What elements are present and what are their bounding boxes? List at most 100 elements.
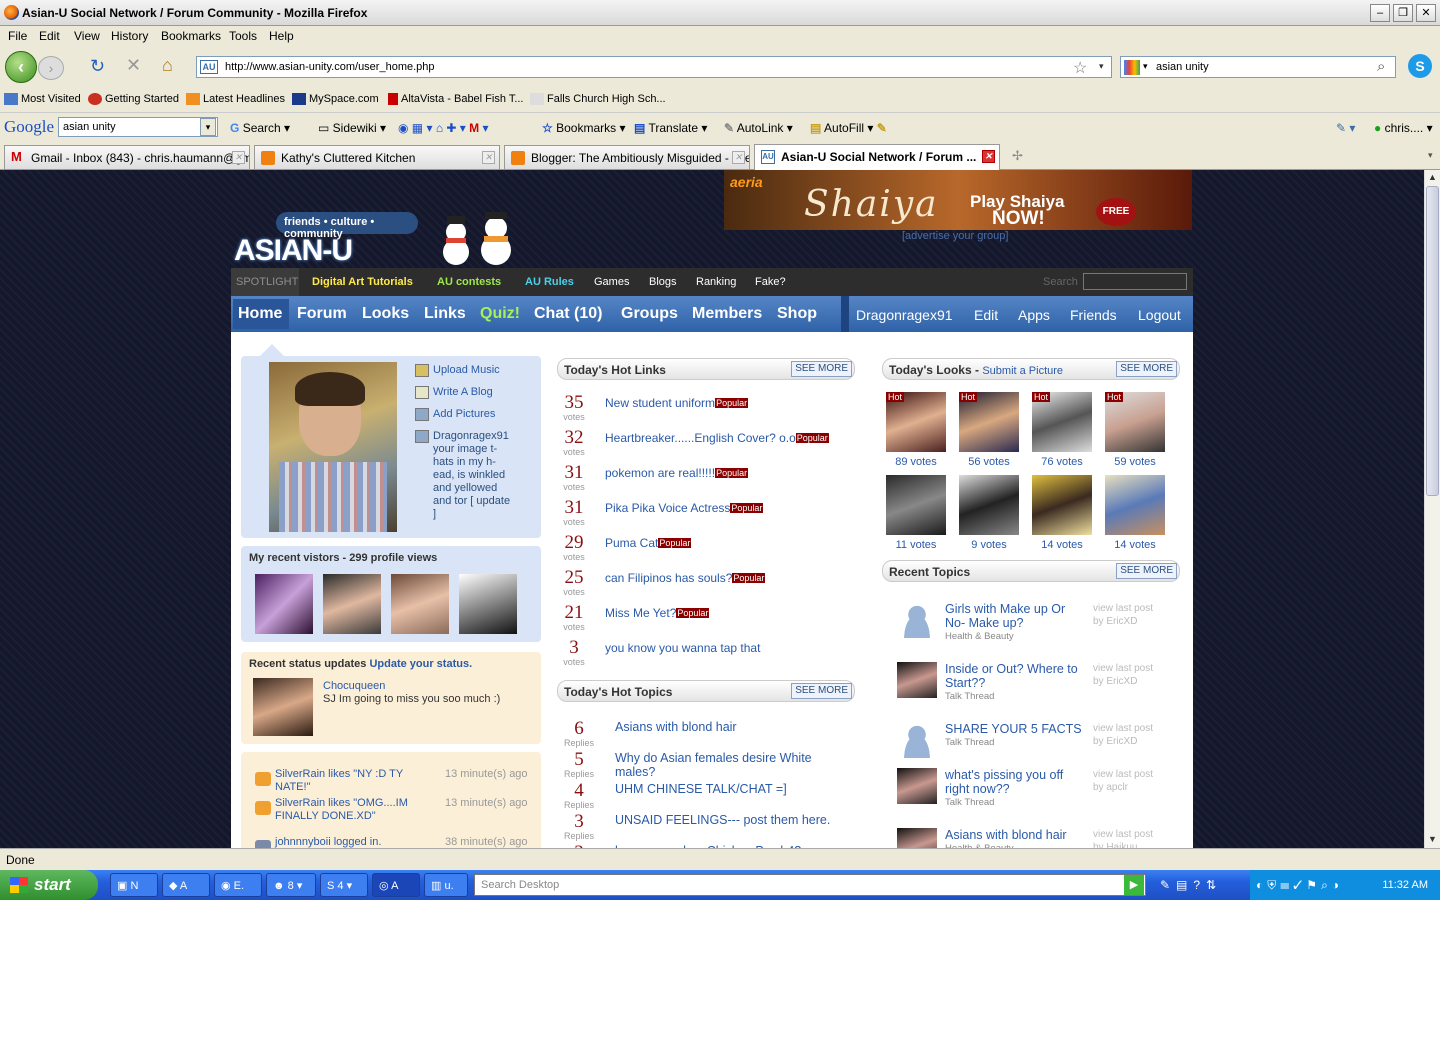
hot-link-title[interactable]: New student uniformPopular bbox=[605, 396, 749, 410]
look-votes[interactable]: 89 votes bbox=[881, 456, 951, 468]
hot-topic-title[interactable]: Asians with blond hair bbox=[615, 720, 855, 734]
site-logo[interactable]: friends • culture • community ASIAN-U bbox=[232, 200, 538, 268]
hot-topic-title[interactable]: UNSAID FEELINGS--- post them here. bbox=[615, 813, 855, 827]
taskbar-firefox[interactable]: ◎ A bbox=[372, 873, 420, 897]
quick-tray-icons[interactable]: ✎▤?⇅ bbox=[1160, 878, 1222, 892]
sidewiki-button[interactable]: ▭ Sidewiki ▾ bbox=[318, 121, 386, 135]
visitor-avatar[interactable] bbox=[323, 574, 381, 634]
nav-friends[interactable]: Friends bbox=[1070, 307, 1117, 323]
recent-topics-see-more[interactable]: SEE MORE bbox=[1116, 563, 1177, 579]
url-bar[interactable]: AU http://www.asian-unity.com/user_home.… bbox=[196, 56, 1112, 78]
profile-photo[interactable] bbox=[269, 362, 397, 532]
spotlight-games[interactable]: Games bbox=[594, 276, 629, 288]
look-photo[interactable]: Hot bbox=[886, 392, 946, 452]
url-dropdown-icon[interactable]: ▾ bbox=[1099, 61, 1104, 72]
recent-topic-title[interactable]: Asians with blond hair bbox=[945, 828, 1087, 842]
taskbar-aim[interactable]: ◆ A bbox=[162, 873, 210, 897]
skype-icon[interactable]: S bbox=[1408, 54, 1432, 78]
url-text[interactable]: http://www.asian-unity.com/user_home.php bbox=[225, 61, 435, 73]
nav-groups[interactable]: Groups bbox=[621, 305, 678, 323]
hot-topics-see-more[interactable]: SEE MORE bbox=[791, 683, 852, 699]
topic-avatar[interactable] bbox=[897, 662, 937, 698]
bookmark-latest-headlines[interactable]: Latest Headlines bbox=[186, 93, 285, 106]
page-scrollbar[interactable]: ▲ ▼ bbox=[1424, 170, 1440, 848]
search-input[interactable]: asian unity bbox=[1156, 61, 1209, 73]
google-search-engine-icon[interactable] bbox=[1124, 60, 1140, 75]
look-votes[interactable]: 14 votes bbox=[1027, 539, 1097, 551]
look-photo[interactable] bbox=[1105, 475, 1165, 535]
tab-kathy[interactable]: Kathy's Cluttered Kitchen ✕ bbox=[254, 145, 500, 169]
shaiya-ad-banner[interactable]: aeria Shaiya Play Shaiya NOW! FREE bbox=[724, 170, 1192, 230]
last-post-link[interactable]: view last post by EricXD bbox=[1093, 722, 1173, 748]
wrench-icon[interactable]: ✎ ▾ bbox=[1336, 121, 1355, 135]
visitor-avatar[interactable] bbox=[255, 574, 313, 634]
tab-close-icon[interactable]: ✕ bbox=[732, 151, 745, 164]
nav-shop[interactable]: Shop bbox=[777, 305, 817, 323]
scroll-up-icon[interactable]: ▲ bbox=[1428, 172, 1437, 182]
nav-members[interactable]: Members bbox=[692, 305, 762, 323]
new-tab-icon[interactable]: ✢ bbox=[1012, 148, 1023, 164]
upload-music-link[interactable]: Upload Music bbox=[415, 364, 513, 377]
topic-avatar[interactable] bbox=[897, 828, 937, 848]
taskbar-button[interactable]: ▣ N bbox=[110, 873, 158, 897]
search-bar[interactable]: ▾ asian unity ⌕ bbox=[1120, 56, 1396, 78]
look-votes[interactable]: 59 votes bbox=[1100, 456, 1170, 468]
hot-link-title[interactable]: Puma CatPopular bbox=[605, 536, 692, 550]
spotlight-digital-art[interactable]: Digital Art Tutorials bbox=[312, 276, 413, 288]
add-pictures-link[interactable]: Add Pictures bbox=[415, 408, 513, 421]
go-arrow-icon[interactable]: ▶ bbox=[1124, 875, 1144, 895]
autolink-button[interactable]: ✎ AutoLink ▾ bbox=[724, 121, 793, 135]
taskbar-button[interactable]: ◉ E. bbox=[214, 873, 262, 897]
spotlight-blogs[interactable]: Blogs bbox=[649, 276, 677, 288]
visitor-avatar[interactable] bbox=[391, 574, 449, 634]
look-votes[interactable]: 76 votes bbox=[1027, 456, 1097, 468]
visitor-avatar[interactable] bbox=[459, 574, 517, 634]
last-post-link[interactable]: view last post by Haikuu bbox=[1093, 828, 1173, 848]
stop-icon[interactable]: ✕ bbox=[126, 55, 141, 76]
hot-link-title[interactable]: Miss Me Yet?Popular bbox=[605, 606, 710, 620]
spotlight-fake[interactable]: Fake? bbox=[755, 276, 786, 288]
hot-link-title[interactable]: can Filipinos has souls?Popular bbox=[605, 571, 766, 585]
back-button[interactable]: ‹ bbox=[5, 51, 37, 83]
nav-apps[interactable]: Apps bbox=[1018, 307, 1050, 323]
hot-link-title[interactable]: Pika Pika Voice ActressPopular bbox=[605, 501, 764, 515]
scroll-thumb[interactable] bbox=[1426, 186, 1439, 496]
tab-close-icon[interactable]: ✕ bbox=[482, 151, 495, 164]
menu-bookmarks[interactable]: Bookmarks bbox=[161, 29, 221, 43]
reload-icon[interactable]: ↻ bbox=[90, 56, 105, 77]
recent-topic-title[interactable]: Girls with Make up Or No- Make up? bbox=[945, 602, 1087, 630]
write-blog-link[interactable]: Write A Blog bbox=[415, 386, 513, 399]
site-search-input[interactable] bbox=[1083, 273, 1187, 290]
scroll-down-icon[interactable]: ▼ bbox=[1428, 834, 1437, 844]
advertise-link[interactable]: [advertise your group] bbox=[902, 230, 1008, 242]
google-search-button[interactable]: G Search ▾ bbox=[230, 121, 290, 135]
tab-blogger[interactable]: Blogger: The Ambitiously Misguided - Cre… bbox=[504, 145, 750, 169]
spotlight-au-rules[interactable]: AU Rules bbox=[525, 276, 574, 288]
hot-topic-title[interactable]: Why do Asian females desire White males? bbox=[615, 751, 855, 779]
nav-profile[interactable]: Dragonragex91 bbox=[856, 307, 953, 323]
last-post-link[interactable]: view last post by apclr bbox=[1093, 768, 1173, 794]
look-votes[interactable]: 9 votes bbox=[954, 539, 1024, 551]
tab-close-icon[interactable]: ✕ bbox=[232, 151, 245, 164]
maximize-button[interactable]: ❐ bbox=[1393, 4, 1413, 22]
menu-view[interactable]: View bbox=[74, 29, 100, 43]
tray-icons[interactable]: ◐⛨☰✓⚑⌕◑ bbox=[1256, 878, 1343, 893]
bookmark-altavista[interactable]: AltaVista - Babel Fish T... bbox=[388, 93, 523, 106]
bookmark-most-visited[interactable]: Most Visited bbox=[4, 93, 81, 106]
desktop-search-input[interactable]: Search Desktop bbox=[474, 874, 1146, 896]
account-button[interactable]: ● chris.... ▾ bbox=[1374, 121, 1433, 135]
hot-link-title[interactable]: Heartbreaker......English Cover? o.oPopu… bbox=[605, 431, 829, 445]
status-user-avatar[interactable] bbox=[253, 678, 313, 736]
menu-tools[interactable]: Tools bbox=[229, 29, 257, 43]
nav-quiz[interactable]: Quiz! bbox=[480, 305, 520, 323]
default-avatar-icon[interactable] bbox=[897, 602, 937, 638]
hot-link-title[interactable]: pokemon are real!!!!!Popular bbox=[605, 466, 749, 480]
look-photo[interactable] bbox=[1032, 475, 1092, 535]
hot-topic-title[interactable]: UHM CHINESE TALK/CHAT =] bbox=[615, 782, 855, 796]
nav-looks[interactable]: Looks bbox=[362, 305, 409, 323]
bookmark-getting-started[interactable]: Getting Started bbox=[88, 93, 179, 106]
status-user-name[interactable]: Chocuqueen bbox=[323, 680, 385, 692]
update-status-link[interactable]: Update your status. bbox=[369, 658, 472, 670]
looks-see-more[interactable]: SEE MORE bbox=[1116, 361, 1177, 377]
bookmark-falls-church[interactable]: Falls Church High Sch... bbox=[530, 93, 666, 106]
